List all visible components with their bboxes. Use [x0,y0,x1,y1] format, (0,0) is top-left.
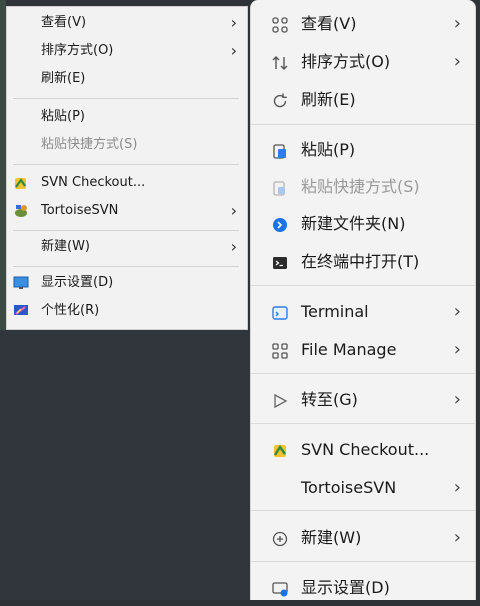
menu-item-label: TortoiseSVN [41,203,119,218]
menu-item-label: SVN Checkout... [41,175,146,190]
submenu-arrow-icon: › [453,527,461,548]
submenu-arrow-icon: › [453,477,461,498]
menu-item-open-in-terminal[interactable]: 在终端中打开(T) [251,244,475,280]
menu-item-svn-checkout[interactable]: SVN Checkout... [7,171,247,195]
menu-item-terminal[interactable]: Terminal › [251,294,475,330]
menu-item-paste[interactable]: 粘贴(P) [251,132,475,168]
menu-item-new-folder[interactable]: 新建文件夹(N) [251,206,475,242]
menu-item-label: 显示设置(D) [41,275,114,290]
menu-item-paste-shortcut[interactable]: 粘贴快捷方式(S) [251,169,475,205]
menu-item-label: 刷新(E) [41,71,86,86]
submenu-arrow-icon: › [453,301,461,322]
sort-arrows-icon [271,54,289,72]
personalize-icon [13,303,29,319]
menu-item-label: 新建(W) [41,239,90,254]
submenu-arrow-icon: › [453,339,461,360]
menu-item-paste[interactable]: 粘贴(P) [7,105,247,129]
submenu-arrow-icon: › [230,13,237,32]
display-settings-icon [13,275,29,291]
menu-item-display-settings[interactable]: 显示设置(D) [7,271,247,295]
svn-checkout-icon [13,175,29,191]
menu-item-label: 个性化(R) [41,303,100,318]
menu-separator [251,561,475,562]
file-manage-icon [271,342,289,360]
menu-separator [251,423,475,424]
menu-item-label: SVN Checkout... [301,440,430,459]
menu-item-new[interactable]: 新建(W) › [7,235,247,259]
menu-item-label: 粘贴(P) [301,140,356,159]
menu-item-label: 在终端中打开(T) [301,252,420,271]
menu-item-tortoisesvn[interactable]: TortoiseSVN › [7,199,247,223]
submenu-arrow-icon: › [230,201,237,220]
submenu-arrow-icon: › [230,41,237,60]
menu-item-label: 转至(G) [301,390,358,409]
menu-item-label: 新建(W) [301,528,362,547]
menu-item-view[interactable]: 查看(V) › [251,6,475,42]
modern-context-menu: 查看(V) › 排序方式(O) › 刷新(E) 粘贴(P) 粘贴快捷方式(S) … [250,0,476,600]
menu-separator [13,230,239,231]
new-folder-icon [271,216,289,234]
menu-separator [251,285,475,286]
menu-item-label: Terminal [301,302,369,321]
menu-item-display-settings[interactable]: 显示设置(D) [251,570,475,606]
menu-item-label: 显示设置(D) [301,578,390,597]
menu-item-label: 粘贴快捷方式(S) [301,177,420,196]
menu-separator [13,98,239,99]
menu-item-new[interactable]: 新建(W) › [251,520,475,556]
menu-item-label: 粘贴(P) [41,109,85,124]
menu-item-sort[interactable]: 排序方式(O) › [251,44,475,80]
paste-shortcut-icon [271,179,289,197]
menu-item-label: 查看(V) [301,14,357,33]
svn-checkout-icon [271,442,289,460]
menu-item-paste-shortcut[interactable]: 粘贴快捷方式(S) [7,133,247,157]
desktop-background [0,330,250,600]
menu-item-label: 刷新(E) [301,90,356,109]
tortoisesvn-icon [13,203,29,219]
menu-separator [251,510,475,511]
submenu-arrow-icon: › [453,13,461,34]
menu-separator [13,164,239,165]
goto-arrow-icon [271,392,289,410]
menu-item-label: TortoiseSVN [301,478,397,497]
menu-item-label: 排序方式(O) [301,52,391,71]
menu-separator [251,124,475,125]
terminal-icon [271,254,289,272]
menu-item-label: 排序方式(O) [41,43,114,58]
menu-separator [13,266,239,267]
menu-item-file-manage[interactable]: File Manage › [251,332,475,368]
submenu-arrow-icon: › [453,51,461,72]
submenu-arrow-icon: › [230,237,237,256]
menu-item-label: 粘贴快捷方式(S) [41,137,138,152]
view-grid-icon [271,16,289,34]
menu-item-svn-checkout[interactable]: SVN Checkout... [251,432,475,468]
new-plus-icon [271,530,289,548]
menu-item-refresh[interactable]: 刷新(E) [251,82,475,118]
menu-item-label: 新建文件夹(N) [301,214,406,233]
menu-item-sort[interactable]: 排序方式(O) › [7,39,247,63]
menu-item-label: File Manage [301,340,397,359]
terminal-app-icon [271,304,289,322]
submenu-arrow-icon: › [453,389,461,410]
menu-item-personalize[interactable]: 个性化(R) [7,299,247,323]
menu-item-tortoisesvn[interactable]: TortoiseSVN › [251,470,475,506]
menu-item-refresh[interactable]: 刷新(E) [7,67,247,91]
refresh-icon [271,92,289,110]
menu-separator [251,373,475,374]
menu-item-goto[interactable]: 转至(G) › [251,382,475,418]
menu-item-label: 查看(V) [41,15,87,30]
display-settings-icon [271,580,289,598]
paste-icon [271,142,289,160]
menu-item-view[interactable]: 查看(V) › [7,11,247,35]
classic-context-menu: 查看(V) › 排序方式(O) › 刷新(E) 粘贴(P) 粘贴快捷方式(S) … [6,6,248,330]
